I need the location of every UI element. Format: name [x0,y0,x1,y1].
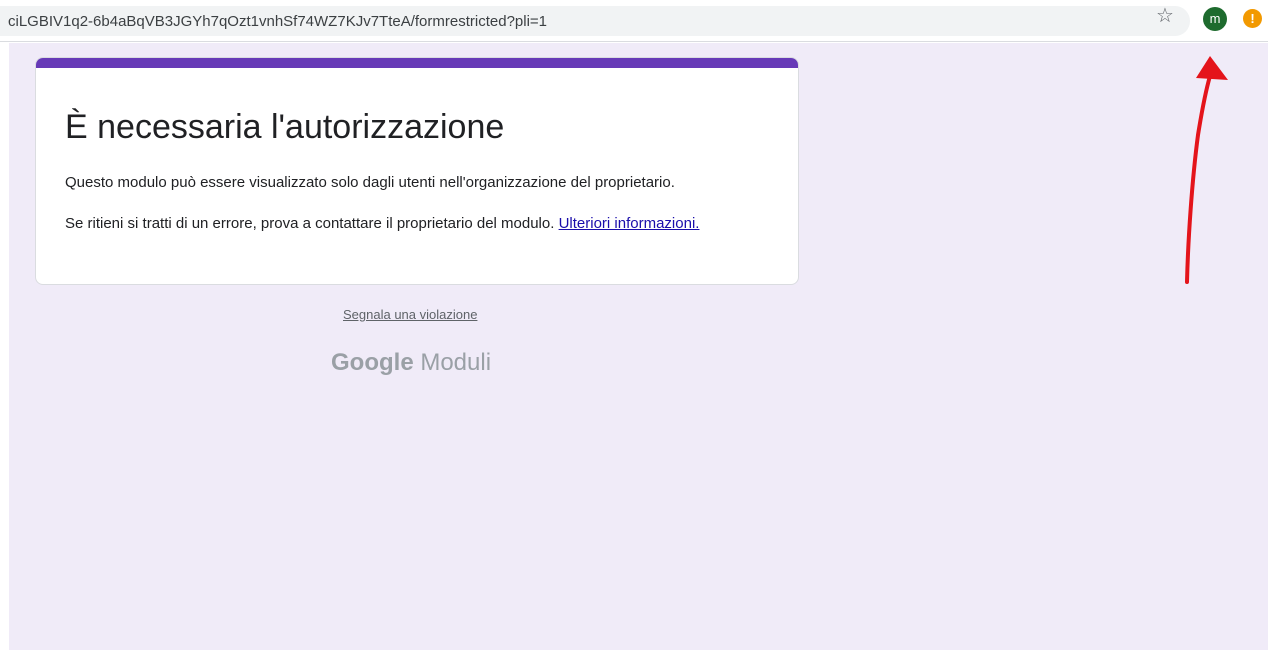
url-text[interactable]: ciLGBIV1q2-6b4aBqVB3JGYh7qOzt1vnhSf74WZ7… [8,13,547,30]
report-abuse-link[interactable]: Segnala una violazione [343,307,477,322]
address-bar[interactable]: ciLGBIV1q2-6b4aBqVB3JGYh7qOzt1vnhSf74WZ7… [0,6,1190,36]
brand-product: Moduli [420,349,492,376]
more-info-link[interactable]: Ulteriori informazioni. [559,215,700,232]
arrow-head [1196,56,1228,80]
red-arrow-annotation [1185,56,1228,284]
card-accent-stripe [36,58,798,68]
brand-google: Google [331,349,414,376]
alert-icon[interactable]: ! [1243,9,1262,28]
arrow-shaft [1185,74,1212,284]
page-background: È necessaria l'autorizzazione Questo mod… [9,43,1268,650]
google-forms-logo: Google Moduli [331,349,491,377]
profile-avatar[interactable]: m [1203,7,1227,31]
error-message: Se ritieni si tratti di un errore, prova… [65,213,755,234]
page-title: È necessaria l'autorizzazione [65,108,505,146]
star-icon[interactable]: ☆ [1156,6,1174,26]
browser-toolbar: ciLGBIV1q2-6b4aBqVB3JGYh7qOzt1vnhSf74WZ7… [0,0,1268,42]
authorization-card: È necessaria l'autorizzazione Questo mod… [35,57,799,285]
error-text: Se ritieni si tratti di un errore, prova… [65,215,555,232]
restriction-message: Questo modulo può essere visualizzato so… [65,174,675,191]
